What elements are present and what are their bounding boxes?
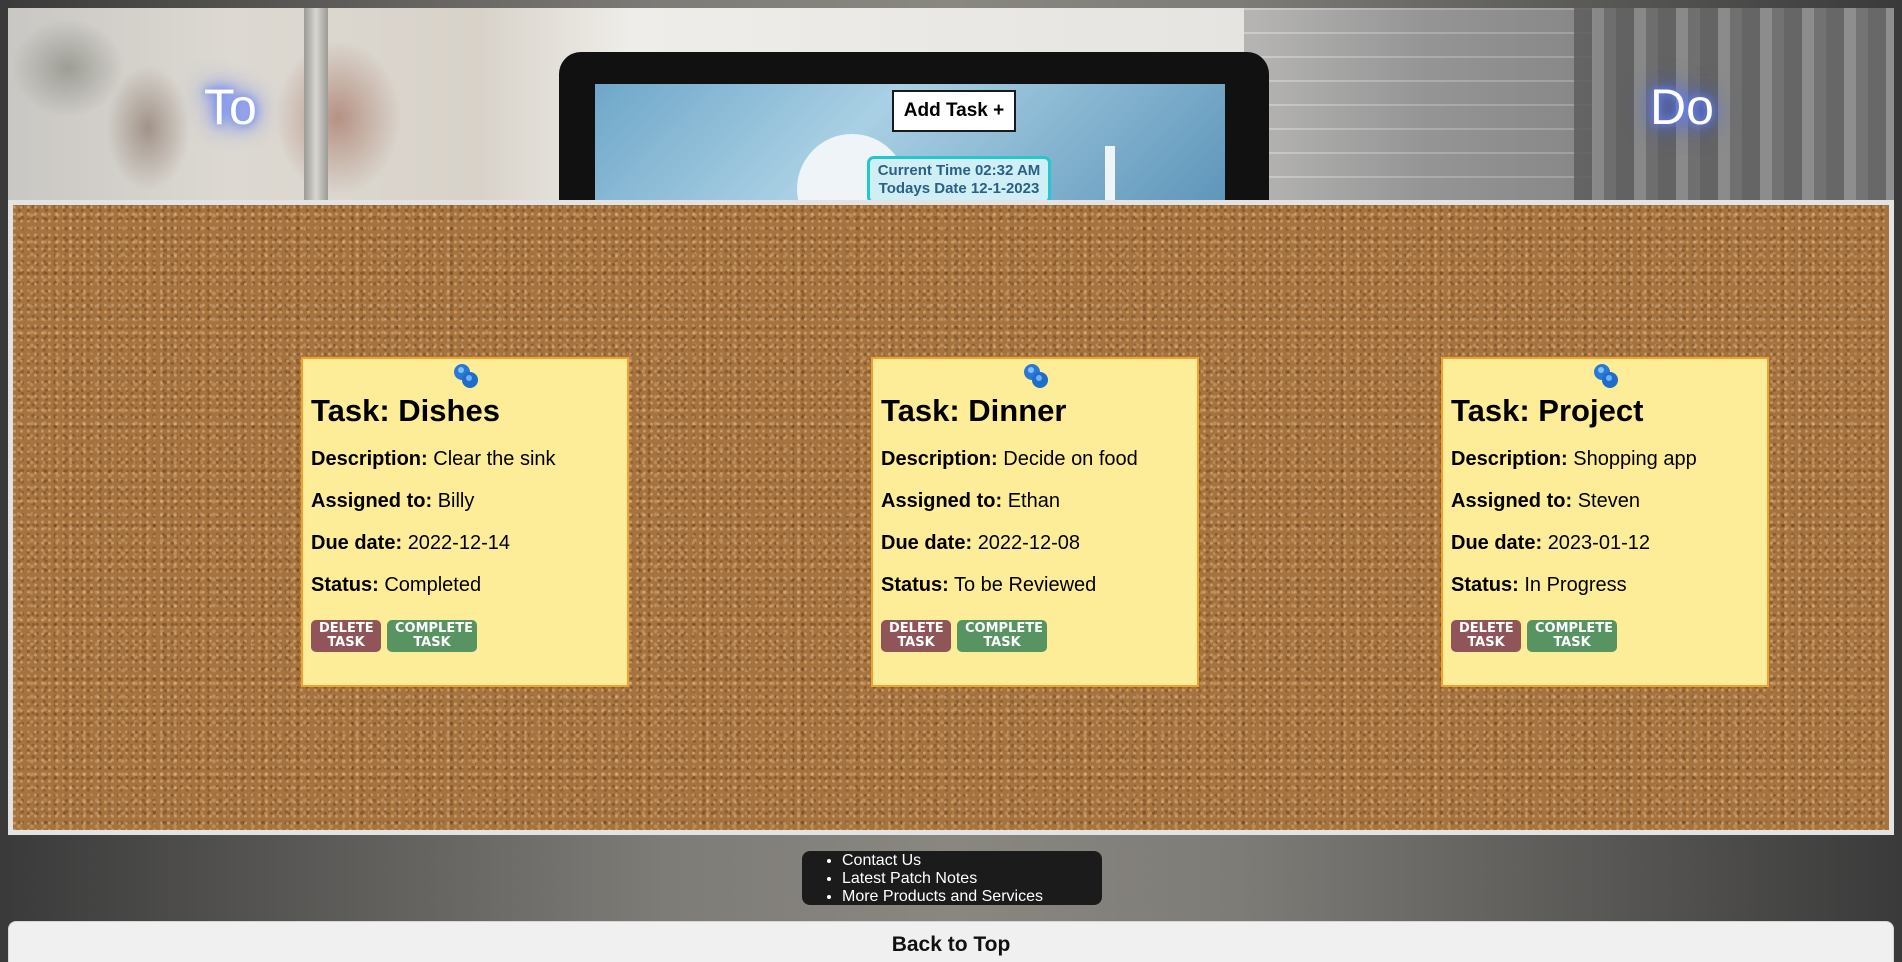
task-assigned: Assigned to: Ethan [881, 490, 1060, 512]
delete-task-button[interactable]: DELETE TASK [881, 620, 951, 652]
pushpin-icon [1024, 364, 1048, 388]
brick-wall-background [1244, 8, 1594, 200]
task-assigned: Assigned to: Steven [1451, 490, 1640, 512]
complete-task-button[interactable]: COMPLETE TASK [957, 620, 1047, 652]
task-description: Description: Shopping app [1451, 448, 1697, 470]
task-title: Task: Dinner [881, 393, 1067, 428]
task-card: Task: Project Description: Shopping app … [1441, 357, 1769, 687]
task-due-date: Due date: 2022-12-14 [311, 532, 510, 554]
task-assigned: Assigned to: Billy [311, 490, 475, 512]
task-title: Task: Project [1451, 393, 1644, 428]
task-status: Status: To be Reviewed [881, 574, 1097, 596]
task-card: Task: Dinner Description: Decide on food… [871, 357, 1199, 687]
delete-task-button[interactable]: DELETE TASK [311, 620, 381, 652]
curtain-background [1574, 8, 1894, 200]
footer-link-products[interactable]: More Products and Services [842, 888, 1102, 906]
pushpin-icon [454, 364, 478, 388]
todays-date: Todays Date 12-1-2023 [878, 180, 1040, 197]
task-status: Status: Completed [311, 574, 482, 596]
add-task-button[interactable]: Add Task + [892, 90, 1016, 132]
task-title: Task: Dishes [311, 393, 500, 428]
complete-task-button[interactable]: COMPLETE TASK [1527, 620, 1617, 652]
title-word-left: To [204, 79, 257, 135]
footer-links: Contact Us Latest Patch Notes More Produ… [802, 851, 1102, 905]
task-description: Description: Decide on food [881, 448, 1138, 470]
task-due-date: Due date: 2022-12-08 [881, 532, 1080, 554]
clock-display: Current Time 02:32 AM Todays Date 12-1-2… [867, 156, 1051, 200]
plant-background [8, 8, 528, 200]
task-description: Description: Clear the sink [311, 448, 556, 470]
task-due-date: Due date: 2023-01-12 [1451, 532, 1650, 554]
task-card: Task: Dishes Description: Clear the sink… [301, 357, 629, 687]
delete-task-button[interactable]: DELETE TASK [1451, 620, 1521, 652]
header-banner: To Do Add Task + Current Time 02:32 AM T… [8, 8, 1894, 200]
task-status: Status: In Progress [1451, 574, 1627, 596]
current-time: Current Time 02:32 AM [877, 162, 1041, 179]
footer-link-contact[interactable]: Contact Us [842, 852, 1102, 870]
lamp-pole [304, 8, 328, 200]
footer-link-patch-notes[interactable]: Latest Patch Notes [842, 870, 1102, 888]
back-to-top-button[interactable]: Back to Top [8, 921, 1894, 962]
title-word-right: Do [1650, 79, 1714, 135]
cork-board: Task: Dishes Description: Clear the sink… [8, 200, 1894, 835]
pushpin-icon [1594, 364, 1618, 388]
complete-task-button[interactable]: COMPLETE TASK [387, 620, 477, 652]
